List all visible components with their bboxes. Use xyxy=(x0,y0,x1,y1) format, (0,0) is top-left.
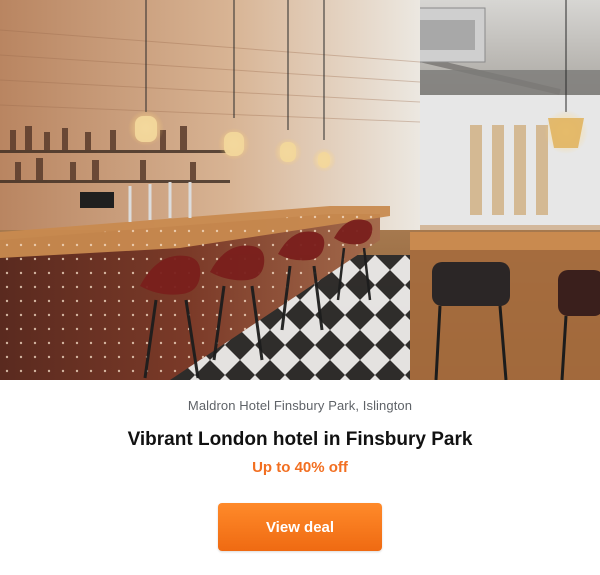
deal-headline: Vibrant London hotel in Finsbury Park xyxy=(127,429,473,450)
discount-text: Up to 40% off xyxy=(252,459,348,476)
hero-image xyxy=(0,0,600,380)
view-deal-button[interactable]: View deal xyxy=(218,503,382,551)
deal-card: Maldron Hotel Finsbury Park, Islington V… xyxy=(0,0,600,575)
property-name: Maldron Hotel Finsbury Park, Islington xyxy=(187,398,413,413)
